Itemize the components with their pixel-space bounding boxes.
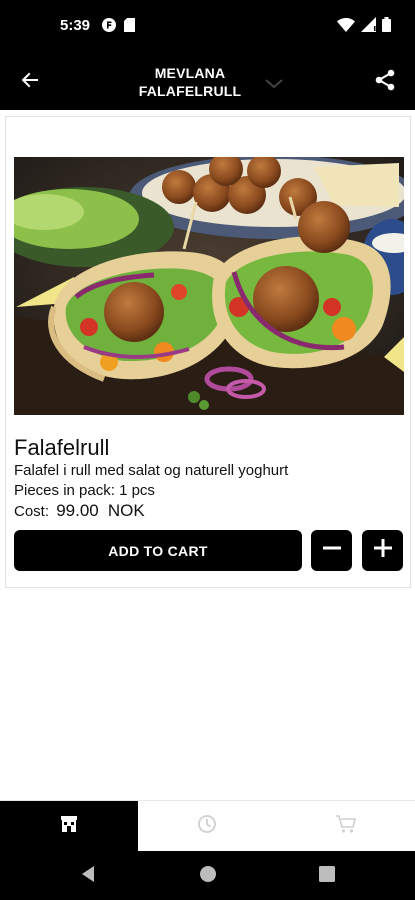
decrease-quantity-button[interactable] (311, 530, 352, 571)
nav-tab-cart[interactable] (276, 801, 415, 852)
cost-label: Cost: (14, 503, 50, 520)
back-button[interactable] (14, 66, 46, 98)
pieces-label: Pieces in pack: (14, 482, 115, 499)
page-title: MEVLANA FALAFELRULL (110, 64, 270, 100)
product-description: Falafel i rull med salat og naturell yog… (14, 462, 289, 479)
add-to-cart-button[interactable]: ADD TO CART (14, 530, 302, 571)
circle-home-icon (199, 865, 217, 888)
clock-icon (197, 814, 217, 839)
product-title: FALAFELRULL (138, 83, 242, 99)
product-card: Falafelrull Falafel i rull med salat og … (5, 116, 411, 588)
square-recents-icon (319, 865, 335, 887)
system-navigation-bar (0, 851, 415, 900)
signal-icon (361, 17, 376, 37)
plus-icon (373, 538, 393, 563)
status-notification-icons (102, 18, 135, 37)
system-recents-button[interactable] (316, 865, 338, 887)
nav-tab-store[interactable] (0, 801, 138, 852)
system-home-button[interactable] (197, 865, 219, 887)
arrow-left-icon (20, 70, 40, 95)
pieces-value: 1 pcs (119, 482, 155, 499)
sim-card-icon (124, 18, 135, 37)
app-notification-icon (102, 18, 116, 37)
product-pieces: Pieces in pack: 1 pcs (14, 482, 155, 499)
product-cost: Cost: 99.00 NOK (14, 501, 145, 521)
restaurant-name: MEVLANA (154, 65, 226, 81)
product-image (14, 157, 404, 415)
cart-icon (335, 814, 357, 839)
increase-quantity-button[interactable] (362, 530, 403, 571)
app-header: MEVLANA FALAFELRULL (0, 54, 415, 110)
system-back-button[interactable] (77, 865, 99, 887)
cost-value: 99.00 (56, 501, 99, 520)
share-icon (373, 68, 397, 97)
cost-currency: NOK (107, 501, 145, 520)
share-button[interactable] (369, 66, 401, 98)
minus-icon (322, 538, 342, 563)
status-system-icons (337, 17, 391, 37)
status-bar: 5:39 (0, 0, 415, 54)
chevron-down-icon[interactable] (262, 72, 286, 96)
product-name: Falafelrull (14, 435, 110, 460)
nav-tab-history[interactable] (138, 801, 276, 852)
battery-icon (382, 17, 391, 37)
status-time: 5:39 (60, 17, 91, 34)
store-icon (60, 815, 78, 838)
triangle-back-icon (79, 865, 97, 888)
bottom-navigation (0, 800, 415, 852)
wifi-icon (337, 17, 355, 37)
